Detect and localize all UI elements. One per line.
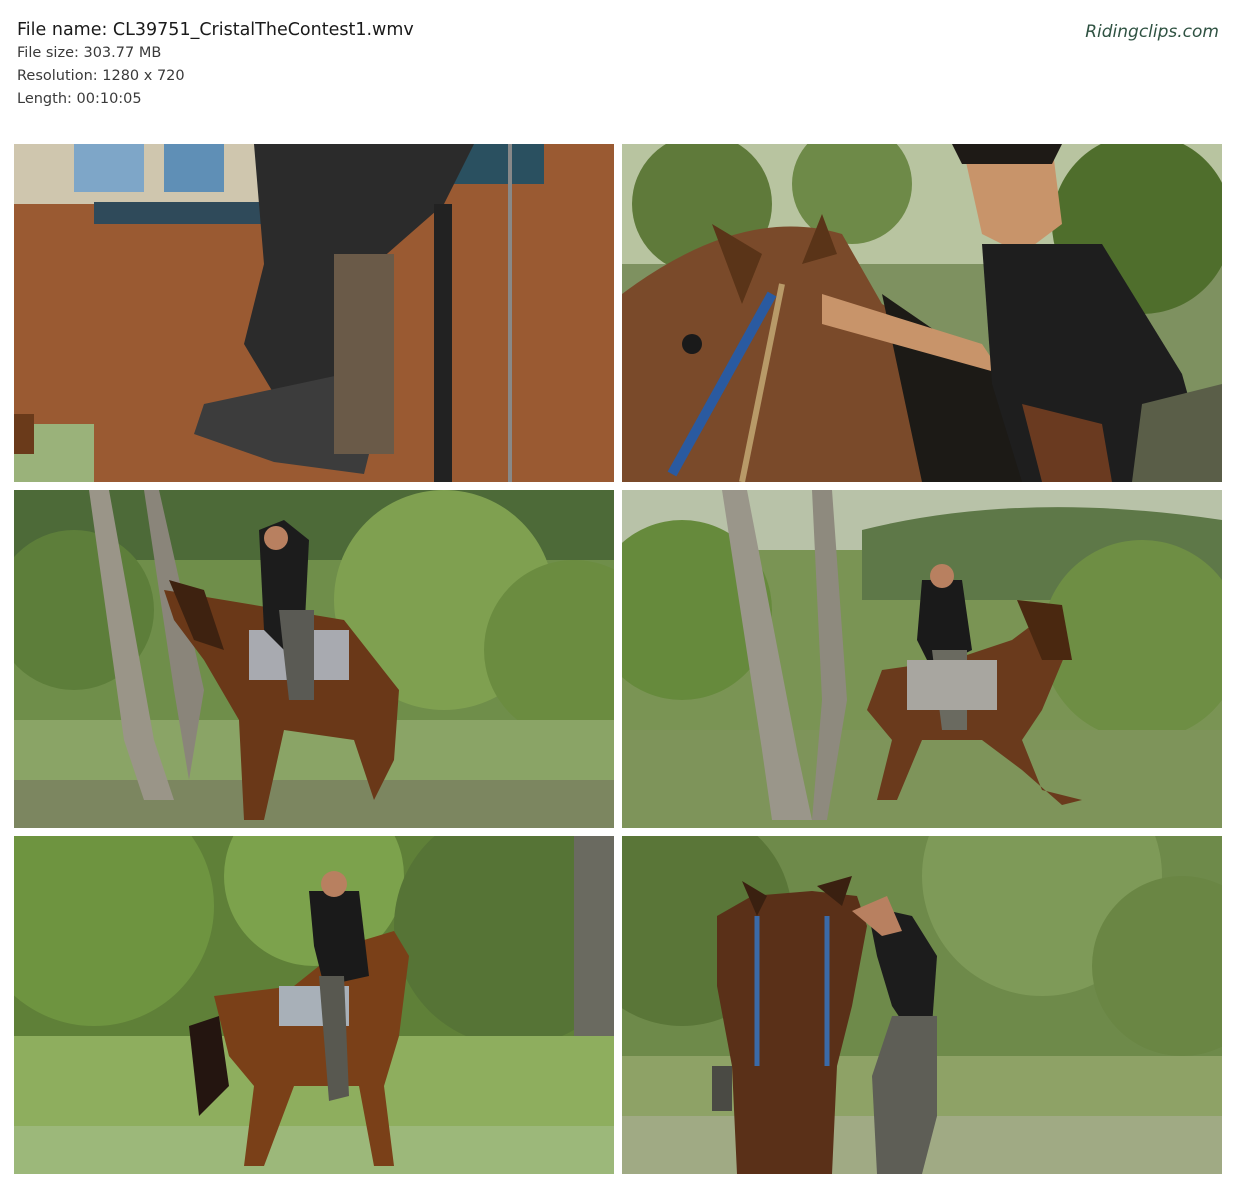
thumbnail-image bbox=[14, 144, 614, 482]
thumbnail-grid bbox=[14, 144, 1222, 1174]
brand-watermark: Ridingclips.com bbox=[1085, 22, 1219, 42]
thumbnail-image bbox=[14, 490, 614, 828]
video-thumbnail[interactable] bbox=[14, 144, 614, 482]
file-name: File name: CL39751_CristalTheContest1.wm… bbox=[17, 20, 414, 40]
video-thumbnail[interactable] bbox=[14, 490, 614, 828]
thumbnail-image bbox=[622, 490, 1222, 828]
thumbnail-image bbox=[622, 144, 1222, 482]
video-thumbnail[interactable] bbox=[14, 836, 614, 1174]
file-size: File size: 303.77 MB bbox=[17, 45, 162, 61]
file-info: File name: CL39751_CristalTheContest1.wm… bbox=[17, 18, 414, 111]
thumbnail-image bbox=[622, 836, 1222, 1174]
video-thumbnail[interactable] bbox=[622, 144, 1222, 482]
length: Length: 00:10:05 bbox=[17, 91, 142, 107]
thumbnail-image bbox=[14, 836, 614, 1174]
video-thumbnail[interactable] bbox=[622, 836, 1222, 1174]
resolution: Resolution: 1280 x 720 bbox=[17, 68, 185, 84]
video-thumbnail[interactable] bbox=[622, 490, 1222, 828]
contact-sheet: File name: CL39751_CristalTheContest1.wm… bbox=[0, 0, 1236, 1188]
